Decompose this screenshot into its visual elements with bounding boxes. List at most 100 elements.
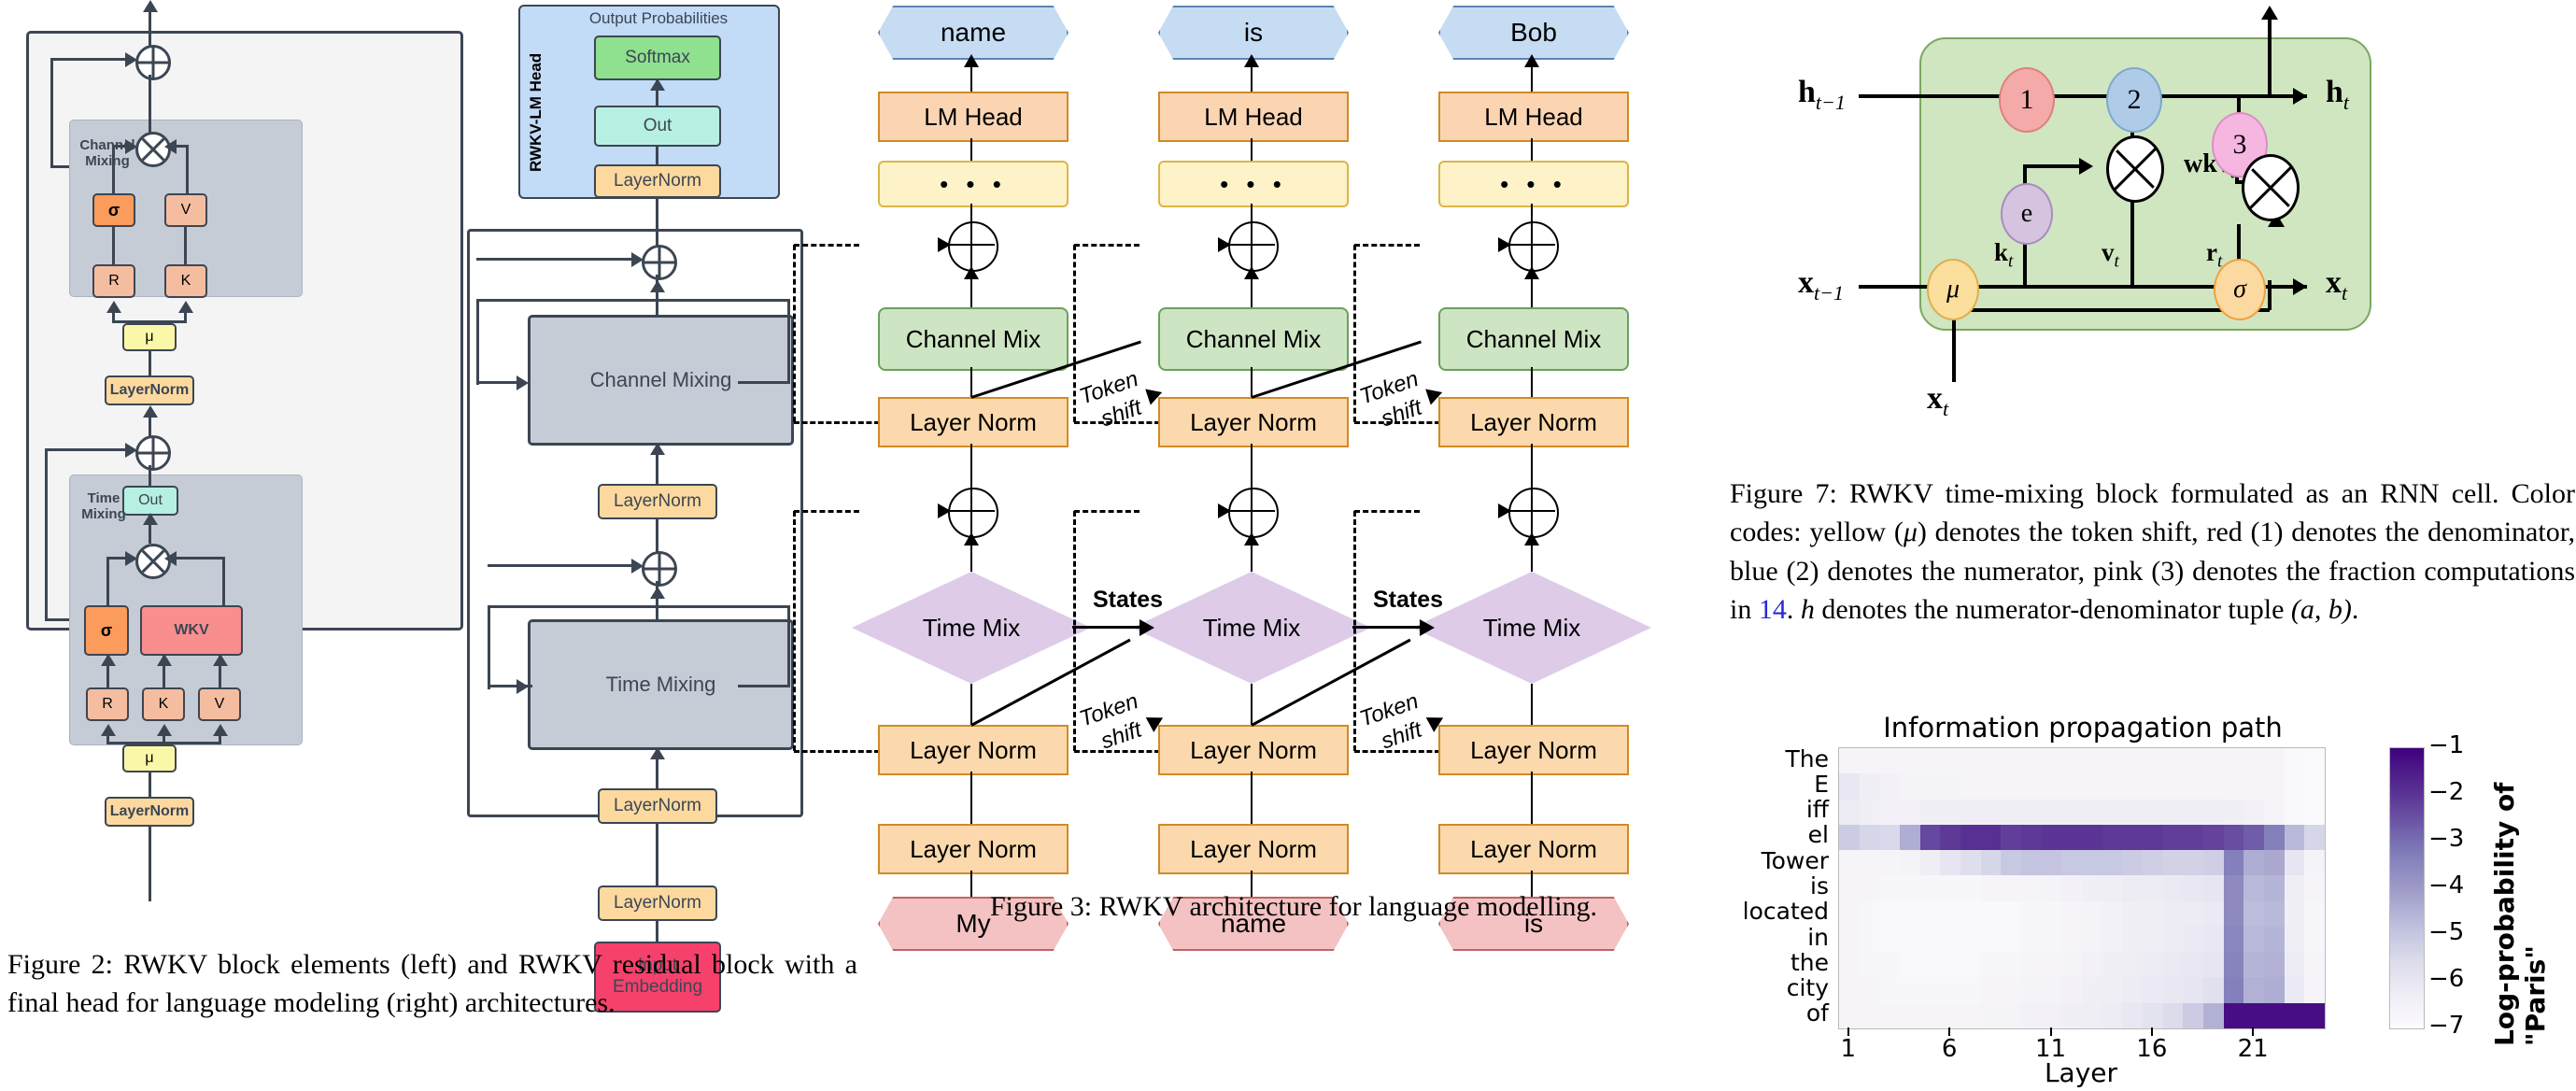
fig7-kbranch-arrow-icon: [2079, 158, 2093, 175]
heatmap-cell: [2041, 824, 2062, 851]
heatmap-cell: [2202, 900, 2224, 927]
fig2-left-skip-cm-h-top: [50, 58, 127, 61]
fig2-right-tm-out-arrow-icon: [650, 587, 665, 599]
fig2-left-tm-wkv-arrow-icon: [164, 551, 177, 566]
fig2-right-add-mid-in: [488, 564, 633, 567]
fig2-left-tm-wkv: WKV: [140, 605, 243, 656]
heatmap-cell: [1980, 773, 2002, 800]
heatmap-cell: [2001, 926, 2021, 953]
heatmap-cell: [2001, 875, 2021, 901]
fig2-left-skip-tm-v: [45, 450, 48, 620]
heatmap-cell: [1839, 952, 1860, 978]
tm-label-l2: Mixing: [81, 506, 126, 522]
heatmap-cell: [2284, 926, 2305, 953]
heatmap-cell: [2142, 900, 2163, 927]
heatmap-cell: [1980, 875, 2002, 901]
heatmap-cell: [1839, 926, 1860, 953]
fig3-arrow-up-icon: [964, 266, 979, 279]
fig3-token-shift-label-cm-0: Token shift: [1076, 365, 1152, 438]
fig2-left-cm-mu: μ: [122, 323, 177, 351]
heatmap-cell: [2142, 773, 2163, 800]
heatmap-cell: [2284, 900, 2305, 927]
heatmap-cell: [2142, 875, 2163, 901]
fig2-right-cm-fb-t: [476, 299, 789, 302]
heatmap-cell: [2001, 900, 2021, 927]
fig2-left-tm-wkv-v: [222, 559, 225, 605]
heatmap-cell: [2263, 952, 2285, 978]
fig2-left-skip-tm-h-top: [45, 448, 127, 451]
heatmap-cell: [2061, 1002, 2082, 1028]
heatmap-cell: [1839, 799, 1860, 825]
heatmap-cell: [2162, 1002, 2184, 1028]
heatmap-cell: [1960, 875, 1981, 901]
f7-cap-tuple: (a, b): [2290, 594, 2352, 626]
fig3-time-mix-0: Time Mix: [852, 572, 1091, 684]
fig3-connector: [793, 245, 796, 422]
heatmap-cell: [2122, 1002, 2143, 1028]
fig3-connector: [1073, 511, 1076, 751]
fig3-add-time-v-0: [970, 488, 972, 534]
heatmap-cell: [2263, 773, 2285, 800]
heatmap-cell: [2001, 1002, 2021, 1028]
heatmap-cell: [1859, 875, 1880, 901]
heatmap-cell: [2122, 875, 2143, 901]
f7-cap-ref[interactable]: 14: [1759, 594, 1787, 625]
fig3-connector: [794, 750, 880, 753]
fig3-connector: [970, 684, 972, 725]
heatmap-cell: [2223, 850, 2244, 876]
heatmap-cell: [1980, 799, 2002, 825]
fig3-connector: [794, 421, 880, 424]
fig3-states-label-1: States: [1373, 587, 1444, 613]
heatmap-cell: [2020, 850, 2042, 876]
heatmap-cell: [2162, 900, 2184, 927]
heatmap-cell: [2162, 977, 2184, 1003]
heatmap-cell: [1919, 875, 1941, 901]
heatmap-cell: [1839, 875, 1860, 901]
fig3-ellipsis-2: • • •: [1438, 161, 1629, 207]
fig3-channel-mix-1: Channel Mix: [1158, 307, 1349, 371]
heatmap-y-tick: of: [1805, 999, 1829, 1027]
heatmap-cell: [1960, 1002, 1981, 1028]
heatmap-cell: [2001, 977, 2021, 1003]
fig3-add-channel-v-2: [1531, 221, 1533, 268]
fig2-left-tm-out-up: [149, 465, 151, 486]
heatmap-cell: [2001, 850, 2021, 876]
fig2-right-layernorm-cm: LayerNorm: [598, 484, 717, 519]
fig3-connector: [1251, 772, 1253, 824]
fig2-right-add-top: [642, 245, 677, 280]
fig3-connector: [1251, 684, 1253, 725]
heatmap-cell: [2162, 875, 2184, 901]
heatmap-cell: [2142, 926, 2163, 953]
fig2-left-ln-arrow-icon: [143, 405, 158, 418]
heatmap-cell: [1879, 952, 1900, 978]
heatmap-cell: [2223, 773, 2244, 800]
fig3-connector: [970, 772, 972, 824]
f7-cap-mu: μ: [1903, 517, 1918, 548]
heatmap-cell: [2223, 748, 2244, 774]
heatmap-y-tick: iff: [1805, 796, 1829, 824]
heatmap-cell: [2223, 875, 2244, 901]
heatmap-cell: [2304, 748, 2325, 774]
fig2-left-tm-v: V: [198, 687, 241, 721]
fig3-lm-head-2: LM Head: [1438, 92, 1629, 142]
heatmap-cell: [1960, 977, 1981, 1003]
fig2-right-cm-fb-b: [738, 381, 790, 384]
heatmap-cell: [2020, 900, 2042, 927]
heatmap-cell: [2061, 824, 2082, 851]
heatmap-colorbar-tick: −4: [2428, 871, 2465, 900]
fig7-mult-2: [2242, 154, 2300, 221]
heatmap-y-tick: the: [1790, 948, 1829, 976]
heatmap-cell: [1899, 748, 1920, 774]
heatmap-cell: [2263, 799, 2285, 825]
heatmap-cell: [2183, 773, 2203, 800]
heatmap-cell: [2061, 952, 2082, 978]
heatmap-cell: [1919, 850, 1941, 876]
heatmap-cell: [2020, 875, 2042, 901]
fig7-vt-label: vt: [2102, 238, 2119, 272]
heatmap-colorbar-label: Log-probability of "Paris": [2489, 782, 2551, 1046]
heatmap-xlabel: Layer: [2044, 1057, 2118, 1088]
heatmap-colorbar-tick: −5: [2428, 918, 2465, 946]
heatmap-cell: [1899, 952, 1920, 978]
fig3-ellipsis-0: • • •: [878, 161, 1069, 207]
heatmap-cell: [1839, 824, 1860, 851]
